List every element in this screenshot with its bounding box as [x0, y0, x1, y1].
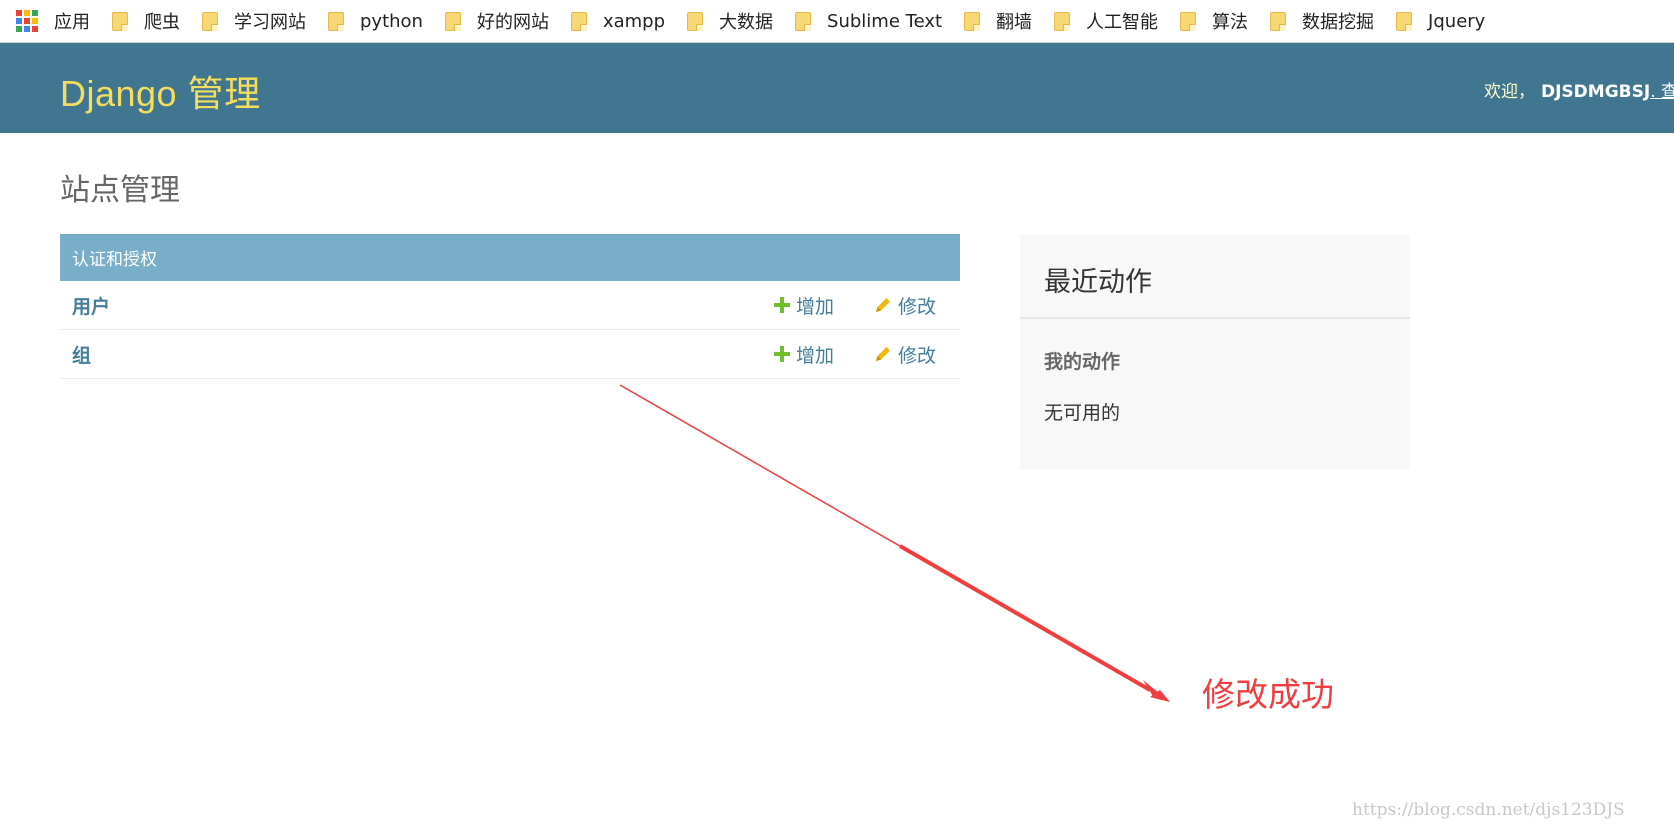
- bookmark-label: xampp: [602, 10, 666, 32]
- change-groups-button[interactable]: 修改: [874, 341, 936, 368]
- user-tools: 欢迎， DJSDMGBSJ. 查看: [1484, 77, 1674, 102]
- apps-grid-icon: [16, 10, 38, 32]
- bookmark-label: 大数据: [719, 12, 774, 33]
- folder-icon: [1180, 11, 1197, 31]
- plus-icon: [774, 297, 790, 313]
- bookmark-folder[interactable]: 学习网站: [202, 8, 306, 34]
- bookmark-folder[interactable]: 爬虫: [112, 8, 180, 34]
- folder-icon: [328, 11, 344, 31]
- admin-header: Django 管理 欢迎， DJSDMGBSJ. 查看: [0, 43, 1674, 133]
- bookmark-label: 翻墙: [996, 12, 1033, 33]
- bookmark-folder[interactable]: xampp: [570, 10, 666, 32]
- auth-module: 认证和授权 用户 增加 修改 组 增加 修改: [60, 234, 960, 379]
- module-caption[interactable]: 认证和授权: [60, 234, 960, 281]
- change-label: 修改: [898, 295, 937, 318]
- page-title: 站点管理: [60, 173, 180, 208]
- plus-icon: [774, 346, 790, 362]
- folder-icon: [687, 11, 704, 31]
- bookmark-folder[interactable]: 人工智能: [1054, 8, 1158, 34]
- bookmark-folder[interactable]: 好的网站: [444, 8, 549, 34]
- bookmark-folder[interactable]: 算法: [1180, 8, 1248, 34]
- watermark: https://blog.csdn.net/djs123DJS: [1352, 800, 1625, 820]
- bookmark-folder[interactable]: Sublime Text: [795, 11, 942, 32]
- folder-icon: [1396, 11, 1413, 31]
- site-title[interactable]: Django 管理: [60, 65, 261, 117]
- bookmark-folder[interactable]: python: [328, 11, 423, 32]
- folder-icon: [444, 11, 461, 31]
- bookmark-folder[interactable]: 数据挖掘: [1270, 8, 1374, 34]
- bookmark-folder[interactable]: Jquery: [1396, 11, 1485, 32]
- add-label: 增加: [796, 344, 835, 367]
- model-link-groups[interactable]: 组: [72, 341, 91, 368]
- pencil-icon: [876, 347, 890, 361]
- no-actions-text: 无可用的: [1044, 402, 1121, 424]
- welcome-text: 欢迎，: [1484, 82, 1535, 102]
- folder-icon: [1270, 11, 1287, 31]
- view-site-link[interactable]: . 查看: [1650, 82, 1674, 102]
- add-users-button[interactable]: 增加: [774, 292, 834, 319]
- model-row-groups: 组 增加 修改: [60, 330, 960, 379]
- bookmark-label: 数据挖掘: [1302, 12, 1375, 33]
- bookmark-folder[interactable]: 翻墙: [964, 8, 1032, 34]
- bookmark-folder[interactable]: 大数据: [687, 8, 773, 34]
- bookmark-apps[interactable]: 应用: [16, 8, 90, 34]
- bookmark-label: Jquery: [1428, 10, 1486, 32]
- my-actions-heading: 我的动作: [1044, 351, 1121, 373]
- bookmark-label: 人工智能: [1086, 12, 1159, 33]
- folder-icon: [112, 11, 128, 31]
- bookmark-label: 好的网站: [476, 12, 549, 33]
- pencil-icon: [876, 298, 890, 312]
- bookmark-label: Sublime Text: [827, 10, 943, 32]
- bookmarks-bar: 应用 爬虫 学习网站 python 好的网站 xampp 大数据 Sublime…: [0, 0, 1674, 43]
- recent-actions-panel: 最近动作 我的动作 无可用的: [1020, 234, 1410, 470]
- folder-icon: [202, 11, 218, 31]
- bookmark-label: 算法: [1212, 12, 1249, 33]
- folder-icon: [795, 11, 812, 31]
- username: DJSDMGBSJ: [1541, 82, 1651, 102]
- annotation-text: 修改成功: [1202, 675, 1334, 714]
- bookmark-label: 应用: [54, 12, 90, 33]
- bookmark-label: python: [360, 10, 423, 32]
- model-link-users[interactable]: 用户: [72, 292, 110, 319]
- bookmark-label: 学习网站: [234, 12, 306, 33]
- bookmark-label: 爬虫: [144, 12, 180, 33]
- recent-actions-title: 最近动作: [1020, 234, 1410, 319]
- folder-icon: [570, 11, 587, 31]
- model-row-users: 用户 增加 修改: [60, 281, 960, 330]
- folder-icon: [1054, 11, 1071, 31]
- add-label: 增加: [796, 295, 835, 318]
- folder-icon: [964, 11, 981, 31]
- add-groups-button[interactable]: 增加: [774, 341, 834, 368]
- change-users-button[interactable]: 修改: [874, 292, 936, 319]
- change-label: 修改: [898, 344, 937, 367]
